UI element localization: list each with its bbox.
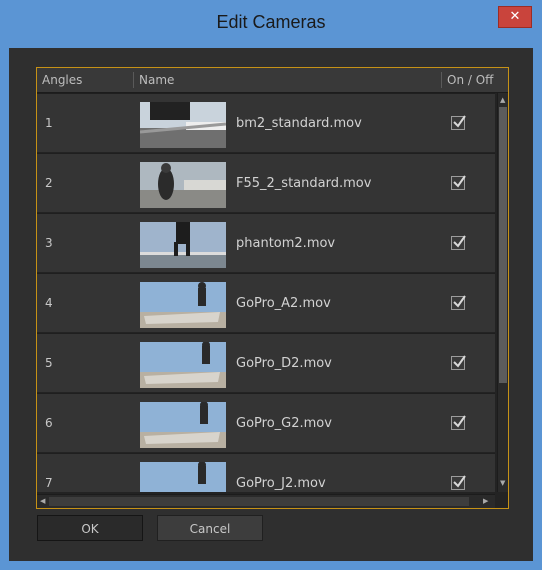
table-row[interactable]: 1 bm2_standard.mov [37, 93, 495, 152]
clip-filename: bm2_standard.mov [236, 116, 362, 131]
angle-number: 1 [45, 116, 53, 130]
clip-filename: GoPro_A2.mov [236, 296, 331, 311]
clip-thumbnail [140, 282, 226, 328]
table-row[interactable]: 3 phantom2.mov [37, 213, 495, 272]
dialog-title: Edit Cameras [216, 12, 326, 32]
edit-cameras-dialog: Edit Cameras ✕ Angles Name On / Off 1 bm… [0, 0, 542, 570]
scroll-up-arrow-icon[interactable]: ▲ [500, 96, 505, 104]
camera-on-checkbox[interactable] [451, 235, 466, 250]
checkmark-icon [453, 235, 466, 248]
angle-number: 5 [45, 356, 53, 370]
horizontal-scroll-thumb[interactable] [49, 497, 469, 506]
scroll-down-arrow-icon[interactable]: ▼ [500, 479, 505, 487]
table-row[interactable]: 6 GoPro_G2.mov [37, 393, 495, 452]
horizontal-scrollbar[interactable]: ◀ ▶ [37, 494, 495, 508]
clip-filename: GoPro_D2.mov [236, 356, 332, 371]
cameras-table: Angles Name On / Off 1 bm2_standard.mov … [36, 67, 509, 509]
camera-on-checkbox[interactable] [451, 295, 466, 310]
camera-on-checkbox[interactable] [451, 175, 466, 190]
scroll-left-arrow-icon[interactable]: ◀ [40, 497, 45, 505]
camera-on-checkbox[interactable] [451, 475, 466, 490]
column-header-angles[interactable]: Angles [37, 68, 133, 92]
title-bar[interactable]: Edit Cameras ✕ [0, 0, 542, 48]
close-button[interactable]: ✕ [498, 6, 532, 28]
clip-filename: GoPro_J2.mov [236, 476, 326, 491]
clip-filename: GoPro_G2.mov [236, 416, 332, 431]
ok-button[interactable]: OK [37, 515, 143, 541]
camera-on-checkbox[interactable] [451, 415, 466, 430]
clip-thumbnail [140, 342, 226, 388]
clip-thumbnail [140, 222, 226, 268]
table-row[interactable]: 4 GoPro_A2.mov [37, 273, 495, 332]
vertical-scrollbar[interactable]: ▲ ▼ [497, 93, 508, 492]
table-row[interactable]: 2 F55_2_standard.mov [37, 153, 495, 212]
camera-on-checkbox[interactable] [451, 115, 466, 130]
clip-thumbnail [140, 402, 226, 448]
table-header: Angles Name On / Off [37, 68, 508, 93]
angle-number: 6 [45, 416, 53, 430]
angle-number: 2 [45, 176, 53, 190]
scroll-right-arrow-icon[interactable]: ▶ [483, 497, 488, 505]
camera-on-checkbox[interactable] [451, 355, 466, 370]
dialog-body: Angles Name On / Off 1 bm2_standard.mov … [9, 48, 533, 561]
vertical-scroll-thumb[interactable] [499, 107, 507, 383]
table-rows: 1 bm2_standard.mov 2 F55_2_standard.mov … [37, 93, 495, 492]
checkmark-icon [453, 355, 466, 368]
checkmark-icon [453, 115, 466, 128]
clip-thumbnail [140, 462, 226, 492]
angle-number: 7 [45, 476, 53, 490]
column-header-on-off[interactable]: On / Off [442, 68, 508, 92]
column-header-name[interactable]: Name [134, 68, 442, 92]
checkmark-icon [453, 475, 466, 488]
checkmark-icon [453, 415, 466, 428]
checkmark-icon [453, 295, 466, 308]
clip-thumbnail [140, 162, 226, 208]
clip-filename: phantom2.mov [236, 236, 336, 251]
cancel-button[interactable]: Cancel [157, 515, 263, 541]
clip-filename: F55_2_standard.mov [236, 176, 372, 191]
table-row[interactable]: 5 GoPro_D2.mov [37, 333, 495, 392]
table-row[interactable]: 7 GoPro_J2.mov [37, 453, 495, 492]
checkmark-icon [453, 175, 466, 188]
angle-number: 3 [45, 236, 53, 250]
angle-number: 4 [45, 296, 53, 310]
clip-thumbnail [140, 102, 226, 148]
